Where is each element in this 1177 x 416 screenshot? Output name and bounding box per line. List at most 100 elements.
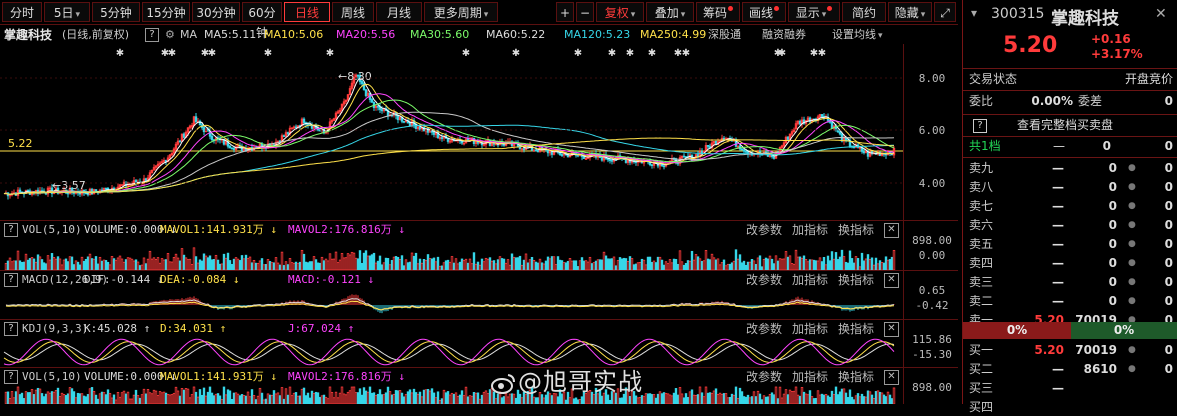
- volume-bar: [886, 259, 890, 270]
- ma-settings-dropdown[interactable]: 设置均线 ▾: [832, 26, 883, 45]
- volume-bar: [202, 387, 206, 404]
- volume-bar: [196, 262, 200, 270]
- display-button[interactable]: 显示 ▾: [788, 2, 840, 22]
- volume-chart[interactable]: [0, 238, 904, 270]
- volume-bar: [834, 252, 838, 270]
- volume-bar: [854, 256, 858, 270]
- period-tab-30min[interactable]: 30分钟: [192, 2, 240, 22]
- volume-bar: [134, 389, 138, 404]
- chips-button[interactable]: 筹码: [696, 2, 740, 22]
- close-icon[interactable]: ✕: [884, 223, 899, 238]
- add-indicator-button[interactable]: 加指标: [792, 271, 828, 289]
- switch-indicator-button[interactable]: 换指标: [838, 368, 874, 386]
- volume-bar: [136, 395, 140, 404]
- switch-indicator-button[interactable]: 换指标: [838, 271, 874, 289]
- period-tab-5day[interactable]: 5日 ▾: [44, 2, 90, 22]
- volume-bar: [568, 397, 572, 404]
- help-icon[interactable]: ?: [145, 28, 159, 42]
- volume-bar: [520, 397, 524, 404]
- period-tab-daily[interactable]: 日线: [284, 2, 330, 22]
- volume-bar: [340, 253, 344, 270]
- adjust-button[interactable]: 复权 ▾: [596, 2, 644, 22]
- volume-bar: [86, 256, 90, 270]
- help-icon[interactable]: ?: [4, 370, 18, 384]
- volume-bar: [594, 260, 598, 270]
- volume-bar: [580, 257, 584, 270]
- volume-bar: [616, 260, 620, 270]
- macd-chart[interactable]: [0, 288, 904, 319]
- volume-bar: [666, 393, 670, 404]
- candlestick-chart[interactable]: 5.22✱ ✱✱ ✱✱ ✱ ✱ ✱ ✱ ✱ ✱ ✱ ✱ ✱ ✱ ✱✱ ✱ ✱←8.30←3.57: [0, 44, 904, 220]
- period-tab-intraday[interactable]: 分时: [2, 2, 42, 22]
- switch-indicator-button[interactable]: 换指标: [838, 221, 874, 239]
- fullscreen-icon[interactable]: ⤢: [934, 2, 956, 22]
- full-book-button[interactable]: ? 查看完整档买卖盘: [963, 117, 1177, 134]
- period-tab-weekly[interactable]: 周线: [332, 2, 374, 22]
- help-icon[interactable]: ?: [4, 322, 18, 336]
- kdj-chart[interactable]: [0, 337, 904, 367]
- margin-link[interactable]: 融资融券: [762, 26, 806, 44]
- chevron-down-icon: ▾: [920, 10, 926, 20]
- volume-bar: [860, 393, 864, 404]
- volume-bar: [120, 258, 124, 270]
- close-icon[interactable]: ✕: [884, 370, 899, 385]
- period-tab-15min[interactable]: 15分钟: [142, 2, 190, 22]
- switch-indicator-button[interactable]: 换指标: [838, 320, 874, 338]
- indicator-value: MAVOL1:141.931万 ↓: [160, 370, 277, 383]
- menu-caret-icon[interactable]: ▾: [971, 6, 977, 20]
- more-periods-dropdown[interactable]: 更多周期 ▾: [424, 2, 498, 22]
- volume-bar: [454, 392, 458, 404]
- volume-bar: [298, 261, 302, 270]
- volume-bar: [386, 386, 390, 404]
- edit-params-button[interactable]: 改参数: [746, 271, 782, 289]
- volume-chart[interactable]: [0, 385, 904, 404]
- settings-gear-icon[interactable]: ⚙: [165, 26, 175, 44]
- edit-params-button[interactable]: 改参数: [746, 368, 782, 386]
- help-icon[interactable]: ?: [4, 273, 18, 287]
- candle-body: [610, 159, 614, 162]
- hide-button[interactable]: 隐藏 ▾: [888, 2, 932, 22]
- zoom-out-button[interactable]: −: [576, 2, 594, 22]
- volume-bar: [302, 387, 306, 404]
- draw-line-button[interactable]: 画线: [742, 2, 786, 22]
- edit-params-button[interactable]: 改参数: [746, 320, 782, 338]
- volume-bar: [128, 398, 132, 404]
- add-indicator-button[interactable]: 加指标: [792, 368, 828, 386]
- help-icon[interactable]: ?: [4, 223, 18, 237]
- overlay-button[interactable]: 叠加 ▾: [646, 2, 694, 22]
- volume-bar: [602, 251, 606, 270]
- watermark-text: @旭哥实战: [518, 368, 643, 396]
- add-indicator-button[interactable]: 加指标: [792, 221, 828, 239]
- add-indicator-button[interactable]: 加指标: [792, 320, 828, 338]
- level-price: —: [1052, 161, 1064, 175]
- volume-bar: [42, 396, 46, 404]
- close-icon[interactable]: ✕: [884, 273, 899, 288]
- volume-bar: [416, 393, 420, 404]
- edit-params-button[interactable]: 改参数: [746, 221, 782, 239]
- volume-bar: [502, 396, 506, 404]
- candle-body: [286, 132, 290, 135]
- volume-bar: [136, 261, 140, 270]
- volume-bar: [844, 261, 848, 270]
- volume-bar: [658, 256, 662, 270]
- volume-bar: [214, 393, 218, 404]
- volume-bar: [790, 263, 794, 270]
- period-tab-60min[interactable]: 60分钟: [242, 2, 282, 40]
- volume-bar: [280, 387, 284, 404]
- volume-bar: [560, 260, 564, 270]
- volume-bar: [262, 399, 266, 404]
- sgt-link[interactable]: 深股通: [708, 26, 741, 44]
- volume-bar: [656, 393, 660, 404]
- close-icon[interactable]: ✕: [884, 322, 899, 337]
- simple-mode-button[interactable]: 简约: [842, 2, 886, 22]
- volume-bar: [152, 389, 156, 404]
- period-tab-5min[interactable]: 5分钟: [92, 2, 140, 22]
- volume-bar: [452, 393, 456, 404]
- volume-bar: [434, 261, 438, 270]
- period-tab-monthly[interactable]: 月线: [376, 2, 422, 22]
- close-icon[interactable]: ✕: [1155, 6, 1167, 22]
- zoom-in-button[interactable]: +: [556, 2, 574, 22]
- volume-bar: [722, 393, 726, 404]
- volume-bar: [214, 254, 218, 270]
- candle-body: [576, 154, 580, 157]
